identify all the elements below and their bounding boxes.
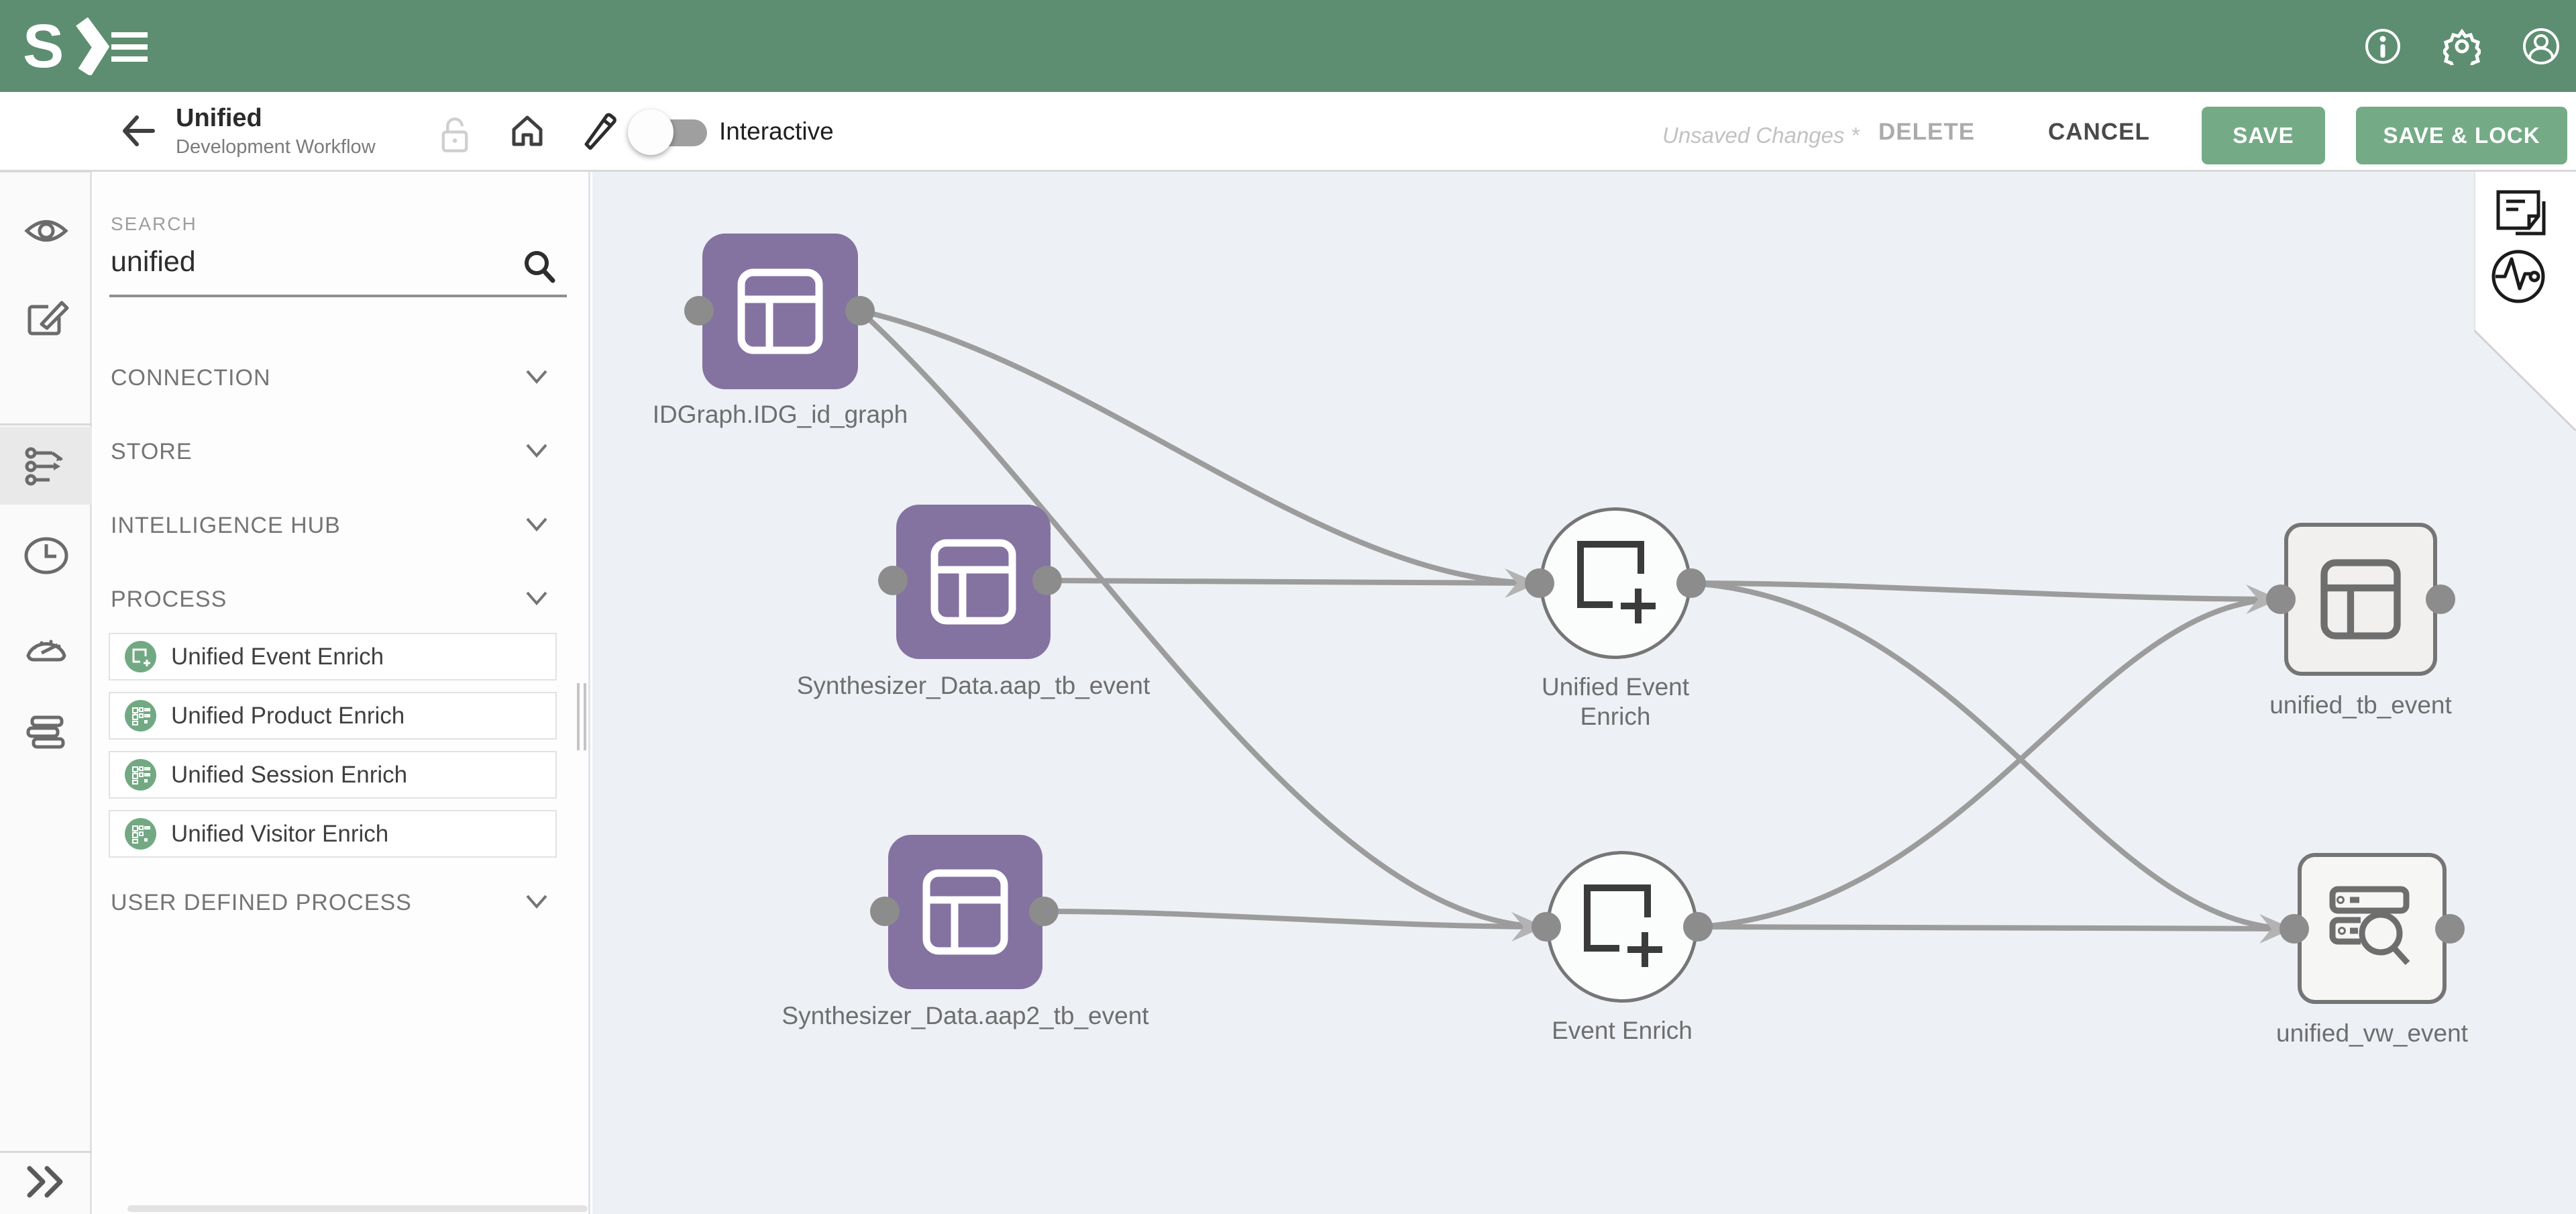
- save-lock-button[interactable]: SAVE & LOCK: [2356, 107, 2567, 164]
- chevron-down-icon: [525, 591, 548, 607]
- stack-layers-icon[interactable]: [23, 709, 70, 756]
- port-idgraph-out[interactable]: [845, 296, 875, 325]
- section-intelligence-hub[interactable]: INTELLIGENCE HUB: [111, 513, 567, 553]
- chevron-down-icon: [525, 894, 548, 910]
- node-idgraph[interactable]: [702, 234, 858, 389]
- chevron-down-icon: [525, 369, 548, 385]
- node-unified-vw-event[interactable]: [2298, 853, 2447, 1004]
- search-input[interactable]: [111, 246, 513, 279]
- port-aap2-tb-in[interactable]: [870, 897, 900, 926]
- table-icon: [929, 538, 1018, 626]
- panel-horizontal-scrollbar[interactable]: [127, 1205, 588, 1212]
- compose-edit-icon[interactable]: [23, 295, 70, 342]
- table-icon: [921, 868, 1010, 956]
- flowchart-grid-icon: [125, 700, 156, 731]
- chevron-down-icon: [525, 517, 548, 533]
- section-user-defined-process[interactable]: USER DEFINED PROCESS: [111, 890, 567, 930]
- node-label: Event Enrich: [1548, 1016, 1696, 1046]
- logo-letter: S: [23, 17, 64, 75]
- section-store[interactable]: STORE: [111, 439, 567, 479]
- workflow-canvas[interactable]: IDGraph.IDG_id_graph Synthesizer_Data.aa…: [592, 172, 2576, 1214]
- port-aap-tb-out[interactable]: [1032, 566, 1062, 595]
- info-icon[interactable]: [2364, 28, 2402, 65]
- node-label: Synthesizer_Data.aap2_tb_event: [764, 1001, 1167, 1031]
- process-item-unified-product-enrich[interactable]: Unified Product Enrich: [109, 692, 557, 740]
- node-label: IDGraph.IDG_id_graph: [646, 400, 914, 429]
- cancel-button[interactable]: CANCEL: [2048, 119, 2150, 146]
- node-aap2-tb-event[interactable]: [888, 835, 1042, 989]
- schedule-clock-icon[interactable]: [23, 532, 70, 579]
- node-unified-event-enrich[interactable]: [1540, 507, 1691, 659]
- node-aap-tb-event[interactable]: [896, 505, 1051, 659]
- port-ee-in[interactable]: [1532, 912, 1561, 942]
- save-button[interactable]: SAVE: [2202, 107, 2325, 164]
- port-uee-out[interactable]: [1676, 568, 1706, 598]
- edge-aap-tb-event-to-unified-event-enrich[interactable]: [1047, 580, 1540, 583]
- port-aap2-tb-out[interactable]: [1029, 897, 1059, 926]
- node-unified-tb-event[interactable]: [2284, 523, 2437, 676]
- edit-pencil-icon[interactable]: [581, 112, 619, 150]
- home-icon[interactable]: [508, 112, 546, 150]
- flowchart-grid-icon: [125, 759, 156, 791]
- view-search-icon: [2326, 882, 2426, 983]
- interactive-toggle-knob[interactable]: [628, 109, 674, 155]
- workflow-title: Unified: [176, 104, 262, 133]
- expand-panel-icon[interactable]: [24, 1163, 68, 1201]
- workflow-toolbar: Unified Development Workflow Interactive…: [0, 92, 2576, 172]
- section-connection[interactable]: CONNECTION: [111, 365, 567, 405]
- gauge-icon[interactable]: [23, 621, 70, 668]
- process-item-unified-event-enrich[interactable]: Unified Event Enrich: [109, 633, 557, 680]
- search-label: SEARCH: [111, 213, 197, 235]
- table-icon: [2319, 558, 2402, 641]
- edge-event-enrich-to-unified-vw-event[interactable]: [1698, 927, 2294, 929]
- port-aap-tb-in[interactable]: [878, 566, 908, 595]
- interactive-label: Interactive: [719, 117, 834, 146]
- node-event-enrich[interactable]: [1546, 851, 1698, 1003]
- node-label: Unified Event Enrich: [1528, 672, 1703, 731]
- unlock-icon: [436, 116, 474, 154]
- hamburger-menu-icon[interactable]: [111, 32, 148, 62]
- port-tb-out[interactable]: [2426, 585, 2455, 614]
- process-item-unified-session-enrich[interactable]: Unified Session Enrich: [109, 751, 557, 799]
- table-icon: [736, 267, 824, 356]
- account-icon[interactable]: [2522, 28, 2560, 65]
- edge-unified-event-enrich-to-unified-vw-event[interactable]: [1691, 583, 2294, 929]
- node-label: unified_tb_event: [2226, 691, 2495, 720]
- view-eye-icon[interactable]: [23, 207, 70, 254]
- back-arrow-icon[interactable]: [119, 112, 157, 150]
- component-search-panel: SEARCH CONNECTION STORE INTELLIGENCE HUB…: [94, 172, 590, 1214]
- enrich-square-plus-icon: [1575, 539, 1662, 633]
- port-tb-in[interactable]: [2266, 585, 2296, 614]
- canvas-corner-fold: [2474, 172, 2576, 431]
- settings-gear-icon[interactable]: [2443, 28, 2481, 65]
- node-label: unified_vw_event: [2238, 1019, 2506, 1048]
- port-ee-out[interactable]: [1683, 912, 1713, 942]
- enrich-square-plus-icon: [125, 641, 156, 672]
- port-idgraph-in[interactable]: [684, 296, 714, 325]
- panel-resize-handle[interactable]: [576, 683, 589, 750]
- search-icon[interactable]: [522, 250, 557, 285]
- unsaved-changes-label: Unsaved Changes *: [1662, 123, 1860, 148]
- brand-logo[interactable]: S: [23, 17, 110, 75]
- process-item-unified-visitor-enrich[interactable]: Unified Visitor Enrich: [109, 810, 557, 858]
- section-process[interactable]: PROCESS: [111, 587, 567, 627]
- app-header: S: [0, 0, 2576, 92]
- workflow-icon[interactable]: [23, 442, 70, 489]
- chevron-down-icon: [525, 443, 548, 459]
- edge-event-enrich-to-unified-tb-event[interactable]: [1698, 599, 2281, 927]
- port-vw-in[interactable]: [2279, 914, 2309, 944]
- port-vw-out[interactable]: [2435, 914, 2465, 944]
- port-uee-in[interactable]: [1525, 568, 1554, 598]
- flowchart-grid-icon: [125, 818, 156, 850]
- edge-unified-event-enrich-to-unified-tb-event[interactable]: [1691, 583, 2281, 599]
- delete-button[interactable]: DELETE: [1878, 119, 1975, 146]
- enrich-square-plus-icon: [1582, 882, 1669, 976]
- workflow-subtitle: Development Workflow: [176, 136, 376, 158]
- node-label: Synthesizer_Data.aap_tb_event: [772, 671, 1175, 701]
- left-icon-rail: [0, 92, 92, 1214]
